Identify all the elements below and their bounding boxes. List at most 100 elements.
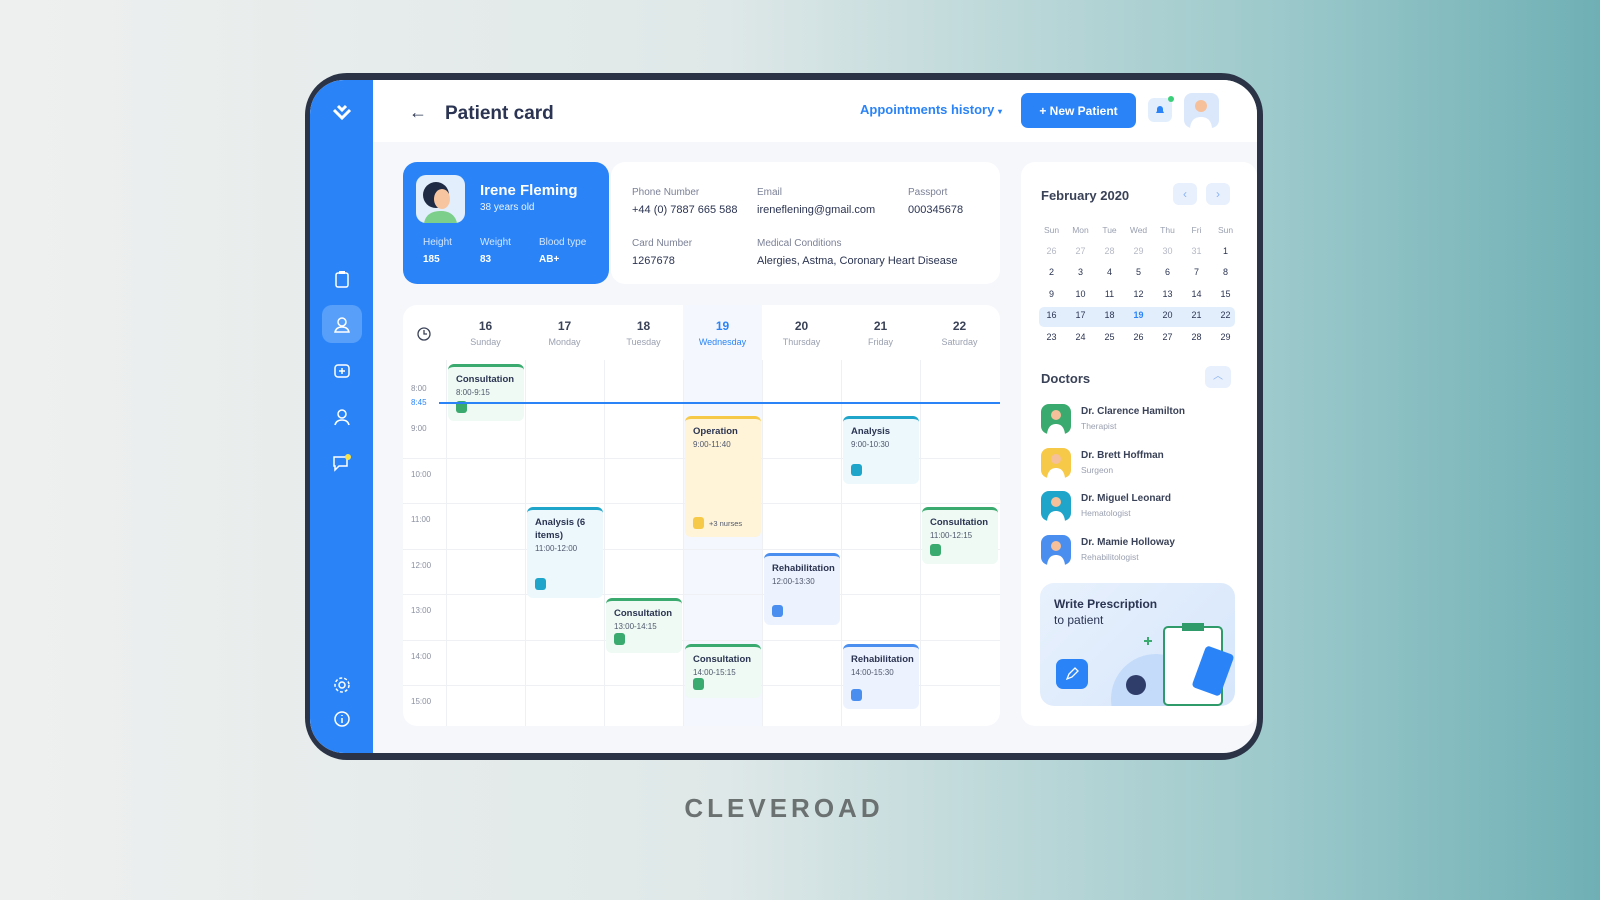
day-number: 20 [794,319,809,333]
calendar-day[interactable]: 22 [1211,305,1240,327]
calendar-day[interactable]: 8 [1211,262,1240,284]
patient-summary-card: Irene Fleming 38 years old Height 185 We… [403,162,609,284]
appointment-consult[interactable]: Consultation 8:00-9:15 [448,364,524,421]
weekly-schedule: 16 Sunday 17 Monday 18 Tuesday 19 Wednesday 20 Th… [403,305,1000,726]
back-arrow-icon[interactable]: ← [409,102,427,123]
appointment-analysis[interactable]: Analysis 9:00-10:30 [843,416,919,485]
day-header[interactable]: 17 Monday [525,319,604,347]
calendar-day[interactable]: 24 [1066,326,1095,348]
calendar-day[interactable]: 28 [1095,240,1124,262]
calendar-day[interactable]: 26 [1037,240,1066,262]
appointment-title: Consultation [693,653,752,665]
calendar-day[interactable]: 4 [1095,262,1124,284]
conditions-value: Alergies, Astma, Coronary Heart Disease [757,255,958,267]
day-header[interactable]: 18 Tuesday [604,319,683,347]
patient-info-panel: Phone Number +44 (0) 7887 665 588 Email … [611,162,1000,284]
current-time-label: 8:45 [411,398,427,407]
calendar-day[interactable]: 26 [1124,326,1153,348]
calendar-day[interactable]: 5 [1124,262,1153,284]
calendar-day[interactable]: 11 [1095,283,1124,305]
prev-month-button[interactable]: ‹ [1173,183,1197,205]
edit-pencil-icon[interactable] [1056,659,1088,689]
notification-bell-icon[interactable] [1148,96,1174,122]
appointment-consult[interactable]: Consultation 13:00-14:15 [606,598,682,653]
medical-kit-icon[interactable] [322,351,362,389]
column-divider [683,360,684,726]
new-patient-button[interactable]: + New Patient [1021,93,1136,128]
time-label: 9:00 [411,424,427,433]
hour-gridline [403,548,1000,550]
calendar-day[interactable]: 1 [1211,240,1240,262]
logo-icon[interactable] [322,92,362,130]
calendar-day[interactable]: 25 [1095,326,1124,348]
patient-icon[interactable] [322,305,362,343]
calendar-day[interactable]: 20 [1153,305,1182,327]
calendar-day[interactable]: 12 [1124,283,1153,305]
calendar-day[interactable]: 28 [1182,326,1211,348]
appointments-history-label: Appointments history [860,102,995,117]
calendar-day[interactable]: 29 [1124,240,1153,262]
clipboard-icon[interactable] [322,260,362,298]
chat-icon[interactable] [322,444,362,482]
day-header[interactable]: 22 Saturday [920,319,999,347]
calendar-day[interactable]: 15 [1211,283,1240,305]
calendar-day[interactable]: 3 [1066,262,1095,284]
calendar-day[interactable]: 27 [1066,240,1095,262]
calendar-day[interactable]: 6 [1153,262,1182,284]
calendar-day[interactable]: 7 [1182,262,1211,284]
appointment-rehab[interactable]: Rehabilitation 14:00-15:30 [843,643,919,710]
appointment-consult[interactable]: Consultation 11:00-12:15 [922,507,998,564]
appointment-time: 14:00-15:30 [851,667,894,677]
email-value: ireneflening@gmail.com [757,204,876,216]
day-header[interactable]: 20 Thursday [762,319,841,347]
right-panel: February 2020 ‹ › Sun Mon Tue Wed Thu Fri Sun 2… [1021,162,1257,726]
prescription-illustration [1111,623,1234,706]
calendar-day[interactable]: 9 [1037,283,1066,305]
doctor-avatar-icon [851,689,862,702]
header: ← Patient card Appointments history ▾ + … [373,80,1257,142]
appointment-time: 8:00-9:15 [456,388,490,397]
collapse-doctors-button[interactable]: ︿ [1205,366,1231,388]
day-header[interactable]: 21 Friday [841,319,920,347]
appointment-rehab[interactable]: Rehabilitation 12:00-13:30 [764,552,840,626]
calendar-day[interactable]: 31 [1182,240,1211,262]
day-header[interactable]: 19 Wednesday [683,319,762,347]
calendar-day[interactable]: 2 [1037,262,1066,284]
calendar-day[interactable]: 16 [1037,305,1066,327]
calendar-day[interactable]: 13 [1153,283,1182,305]
appointment-operation[interactable]: Operation 9:00-11:40 +3 nurses [685,416,761,538]
calendar-day[interactable]: 10 [1066,283,1095,305]
calendar-day[interactable]: 30 [1153,240,1182,262]
write-prescription-card[interactable]: Write Prescription to patient [1040,583,1235,706]
doctor-name: Dr. Brett Hoffman [1081,449,1164,461]
doctor-avatar-icon [693,517,704,530]
appointments-history-dropdown[interactable]: Appointments history ▾ [860,102,1002,117]
settings-icon[interactable] [322,666,362,704]
column-divider [762,360,763,726]
next-month-button[interactable]: › [1206,183,1230,205]
calendar-day[interactable]: 17 [1066,305,1095,327]
mini-calendar: Sun Mon Tue Wed Thu Fri Sun 26 27 28 29 30 31 1 2 3 4 5 6 7… [1037,220,1240,348]
clock-icon [417,327,431,346]
doctor-avatar [1041,491,1071,521]
appointment-analysis[interactable]: Analysis (6 items) 11:00-12:00 [527,507,603,598]
calendar-day[interactable]: 14 [1182,283,1211,305]
time-label: 12:00 [411,560,432,570]
doctor-specialty: Surgeon [1081,464,1114,475]
column-divider [446,360,447,726]
info-icon[interactable] [322,700,362,738]
calendar-day[interactable]: 19 [1124,305,1153,327]
calendar-day[interactable]: 18 [1095,305,1124,327]
day-header[interactable]: 16 Sunday [446,319,525,347]
calendar-day[interactable]: 23 [1037,326,1066,348]
height-value: 185 [423,254,440,265]
appointment-title: Rehabilitation [851,653,914,665]
doctor-icon[interactable] [322,398,362,436]
user-avatar[interactable] [1184,93,1219,128]
calendar-day[interactable]: 21 [1182,305,1211,327]
calendar-day[interactable]: 27 [1153,326,1182,348]
appointment-consult[interactable]: Consultation 14:00-15:15 [685,643,761,699]
nurses-count: +3 nurses [709,519,743,529]
appointment-time: 14:00-15:15 [693,667,736,677]
calendar-day[interactable]: 29 [1211,326,1240,348]
